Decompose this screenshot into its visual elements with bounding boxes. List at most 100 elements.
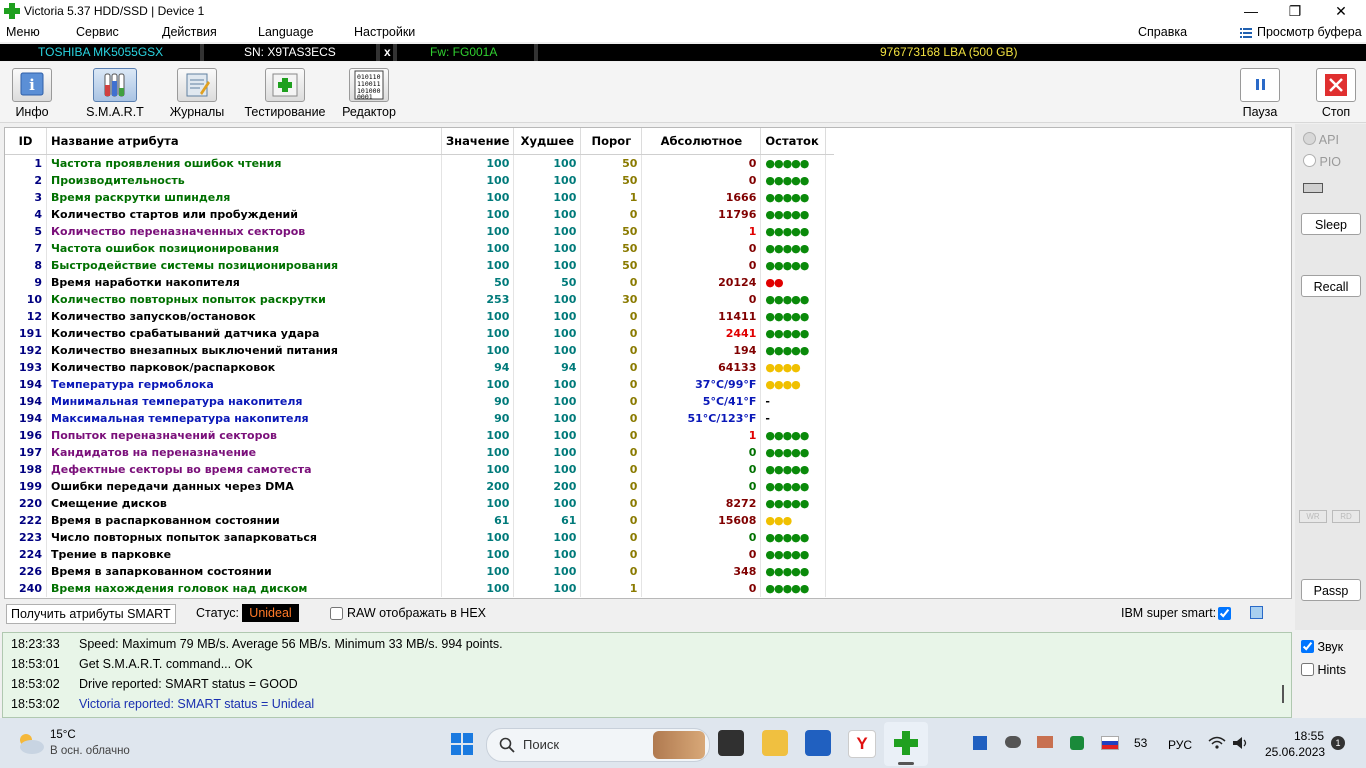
clock-date[interactable]: 25.06.2023 (1265, 745, 1325, 759)
table-row[interactable]: 196 Попыток переназначений секторов 100 100… (5, 427, 834, 444)
cell-remaining: ●●●●● (760, 461, 827, 478)
table-row[interactable]: 3 Время раскрутки шпинделя 100 100 1 1666 ●●●●… (5, 189, 834, 206)
tray-cloud-icon[interactable] (1005, 736, 1021, 748)
log-scrollbar[interactable] (1282, 685, 1284, 703)
col-remaining[interactable]: Остаток (760, 128, 827, 155)
cell-worst: 100 (513, 325, 582, 342)
cell-absolute: 0 (641, 172, 762, 189)
drive-model[interactable]: TOSHIBA MK5055GSX (38, 45, 163, 59)
notification-badge[interactable]: 1 (1331, 736, 1345, 750)
api-radio[interactable]: API (1303, 132, 1339, 147)
title-bar: Victoria 5.37 HDD/SSD | Device 1 — ❐ ✕ (0, 0, 1366, 22)
sound-checkbox[interactable] (1301, 640, 1314, 653)
tray-security-icon[interactable] (1070, 736, 1084, 750)
tray-app-icon[interactable] (1037, 736, 1053, 748)
wifi-icon[interactable] (1208, 736, 1226, 750)
recall-button[interactable]: Recall (1301, 275, 1361, 297)
menu-help[interactable]: Справка (1138, 25, 1187, 39)
sleep-button[interactable]: Sleep (1301, 213, 1361, 235)
cell-worst: 100 (513, 393, 582, 410)
language-indicator[interactable]: РУС (1168, 738, 1192, 752)
table-row[interactable]: 9 Время наработки накопителя 50 50 0 20124 ●● (5, 274, 834, 291)
table-row[interactable]: 223 Число повторных попыток запарковаться… (5, 529, 834, 546)
logs-button[interactable]: Журналы (168, 68, 226, 122)
table-row[interactable]: 194 Минимальная температура накопителя 90 1… (5, 393, 834, 410)
table-row[interactable]: 193 Количество парковок/распарковок 94 94 0 6… (5, 359, 834, 376)
table-row[interactable]: 191 Количество срабатываний датчика удара… (5, 325, 834, 342)
col-worst[interactable]: Худшее (513, 128, 582, 155)
sound-option[interactable]: Звук (1301, 640, 1343, 654)
tray-number[interactable]: 53 (1134, 736, 1147, 750)
table-row[interactable]: 8 Быстродействие системы позиционирования… (5, 257, 834, 274)
table-row[interactable]: 198 Дефектные секторы во время самотеста 1… (5, 461, 834, 478)
yandex-browser-icon[interactable]: Y (848, 730, 876, 758)
taskbar-search[interactable]: Поиск (486, 728, 710, 762)
table-row[interactable]: 192 Количество внезапных выключений питан… (5, 342, 834, 359)
table-row[interactable]: 4 Количество стартов или пробуждений 100 10… (5, 206, 834, 223)
table-row[interactable]: 5 Количество переназначенных секторов 100 1… (5, 223, 834, 240)
table-row[interactable]: 240 Время нахождения головок над диском 10… (5, 580, 834, 597)
info-button[interactable]: i Инфо (10, 68, 54, 122)
menu-main[interactable]: Меню (6, 25, 40, 39)
table-row[interactable]: 10 Количество повторных попыток раскрутки… (5, 291, 834, 308)
col-name[interactable]: Название атрибута (46, 128, 442, 155)
file-explorer-icon[interactable] (762, 730, 788, 756)
tray-monitor-icon[interactable] (973, 736, 987, 750)
pio-radio[interactable]: PIO (1303, 154, 1341, 169)
table-row[interactable]: 194 Максимальная температура накопителя 90… (5, 410, 834, 427)
col-value[interactable]: Значение (441, 128, 515, 155)
drive-close-button[interactable]: x (384, 45, 391, 59)
passp-button[interactable]: Passp (1301, 579, 1361, 601)
taskview-icon[interactable] (718, 730, 744, 756)
cell-value: 100 (441, 206, 515, 223)
editor-button[interactable]: 010110 110011 101000 0001 Редактор (340, 68, 398, 122)
tray-flag-icon[interactable] (1101, 736, 1119, 750)
cell-name: Количество повторных попыток раскрутки (46, 291, 442, 308)
color-indicator[interactable] (1250, 606, 1263, 619)
table-row[interactable]: 224 Трение в парковке 100 100 0 0 ●●●●● (5, 546, 834, 563)
menu-language[interactable]: Language (258, 25, 314, 39)
log-panel[interactable]: 18:23:33 Speed: Maximum 79 MB/s. Average … (2, 632, 1292, 718)
table-row[interactable]: 194 Температура гермоблока 100 100 0 37°C/99°… (5, 376, 834, 393)
table-row[interactable]: 1 Частота проявления ошибок чтения 100 100 5… (5, 154, 834, 172)
weather-desc[interactable]: В осн. облачно (50, 745, 130, 757)
stop-button[interactable]: Стоп (1314, 68, 1358, 122)
clock-time[interactable]: 18:55 (1294, 729, 1324, 743)
minimize-button[interactable]: — (1228, 0, 1274, 22)
victoria-app-icon[interactable] (893, 730, 919, 756)
close-window-button[interactable]: ✕ (1318, 0, 1364, 22)
cell-absolute: 1 (641, 223, 762, 240)
table-row[interactable]: 220 Смещение дисков 100 100 0 8272 ●●●●● (5, 495, 834, 512)
get-smart-button[interactable]: Получить атрибуты SMART (6, 604, 176, 624)
col-threshold[interactable]: Порог (580, 128, 643, 155)
cell-value: 100 (441, 257, 515, 274)
hints-option[interactable]: Hints (1301, 663, 1346, 677)
volume-icon[interactable] (1232, 736, 1250, 750)
menu-buffer-view[interactable]: Просмотр буфера (1257, 25, 1362, 39)
table-row[interactable]: 226 Время в запаркованном состоянии 100 100… (5, 563, 834, 580)
store-icon[interactable] (805, 730, 831, 756)
cell-threshold: 50 (580, 223, 643, 240)
table-row[interactable]: 7 Частота ошибок позиционирования 100 100 50… (5, 240, 834, 257)
table-row[interactable]: 197 Кандидатов на переназначение 100 100 0 0 ●… (5, 444, 834, 461)
ibm-smart-checkbox[interactable] (1218, 607, 1231, 620)
raw-hex-checkbox[interactable] (330, 607, 343, 620)
hints-checkbox[interactable] (1301, 663, 1314, 676)
cell-absolute: 0 (641, 478, 762, 495)
table-row[interactable]: 222 Время в распаркованном состоянии 61 61 0… (5, 512, 834, 529)
windows-start-icon[interactable] (450, 732, 474, 756)
table-row[interactable]: 12 Количество запусков/остановок 100 100 0 11… (5, 308, 834, 325)
table-row[interactable]: 199 Ошибки передачи данных через DMA 200 20… (5, 478, 834, 495)
col-absolute[interactable]: Абсолютное (641, 128, 762, 155)
maximize-button[interactable]: ❐ (1272, 0, 1318, 22)
weather-temp[interactable]: 15°C (50, 729, 76, 741)
menu-settings[interactable]: Настройки (354, 25, 415, 39)
smart-button[interactable]: S.M.A.R.T (86, 68, 144, 122)
menu-service[interactable]: Сервис (76, 25, 119, 39)
cell-worst: 100 (513, 342, 582, 359)
testing-button[interactable]: Тестирование (244, 68, 326, 122)
col-id[interactable]: ID (5, 128, 47, 155)
table-row[interactable]: 2 Производительность 100 100 50 0 ●●●●● (5, 172, 834, 189)
menu-actions[interactable]: Действия (162, 25, 217, 39)
pause-button[interactable]: Пауза (1238, 68, 1282, 122)
